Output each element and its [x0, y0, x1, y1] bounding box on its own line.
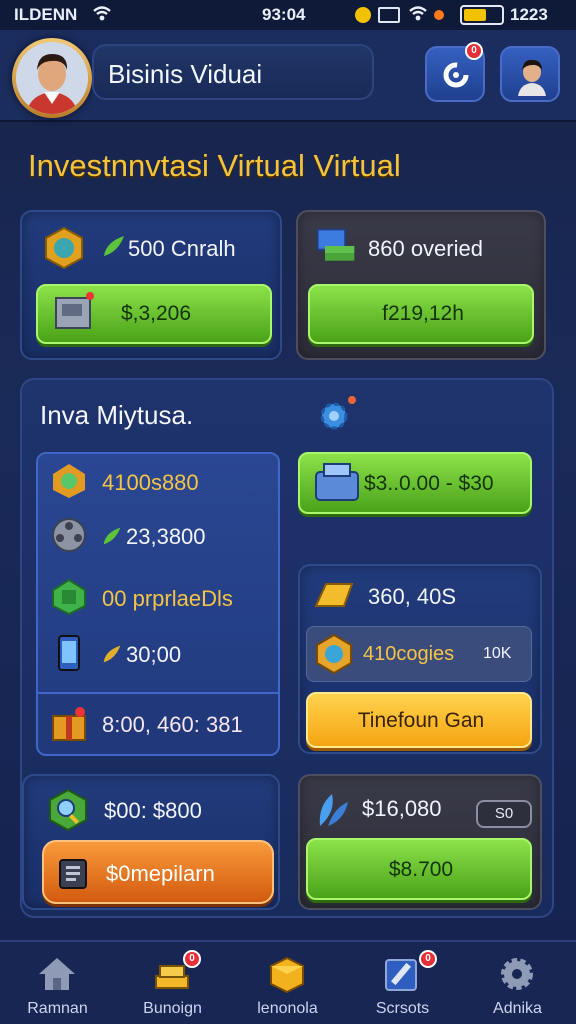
stat-value-1: 4100s880	[102, 470, 199, 495]
nav-item-gold[interactable]: 0 Bunoign	[115, 942, 230, 1024]
refresh-button[interactable]: 0	[425, 42, 485, 102]
right-card-subrow: 410cogies 10K	[306, 626, 532, 682]
nav-label-settings: Adnika	[493, 1000, 542, 1017]
home-icon	[39, 958, 75, 990]
edit-icon	[385, 959, 417, 991]
recording-dot-icon	[434, 10, 444, 20]
card-2-label: 860 overied	[368, 236, 483, 261]
leaf-icon	[104, 236, 124, 256]
title-pill: Bisinis Viduai	[92, 44, 374, 100]
bottom-right-card: $16,080 S0 $8.700	[298, 774, 542, 910]
nav-badge-gold: 0	[183, 950, 201, 968]
nav-item-box[interactable]: lenonola	[230, 942, 345, 1024]
bottom-left-card: $00: $800 $0mepilarn	[22, 774, 280, 910]
nav-item-settings[interactable]: Adnika	[460, 942, 575, 1024]
card-1-label: 500 Cnralh	[128, 236, 236, 261]
stat-value-2: 23,3800	[126, 524, 206, 549]
stat-value-4: 30;00	[126, 642, 182, 667]
nfc-icon	[378, 7, 400, 23]
leaf-icon	[103, 645, 121, 663]
section-title: Investnnvtasi Virtual Virtual	[28, 148, 401, 183]
right-card-sub-tag: 10K	[483, 645, 512, 662]
status-time: 93:04	[262, 5, 306, 24]
yellow-action-label: Tinefoun Gan	[357, 709, 485, 732]
app-title: Bisinis Viduai	[108, 59, 263, 89]
nav-label-home: Ramnan	[27, 1000, 88, 1017]
notification-badge: 0	[465, 42, 483, 60]
bottom-left-value: $00: $800	[104, 798, 202, 823]
profile-avatar[interactable]	[12, 38, 92, 118]
stat-value-3: 00 prprlaeDls	[102, 586, 233, 611]
carrier-label: ILDENN	[14, 5, 78, 24]
clipboard-icon	[59, 859, 87, 889]
investment-card-2: 860 overied f219,12h	[296, 210, 546, 360]
magnifier-coin-icon	[49, 788, 87, 832]
card-2-button-label: f219,12h	[382, 302, 464, 325]
bottom-right-value: $16,080	[362, 796, 442, 821]
leaf-icon	[103, 527, 121, 545]
gear-sparkle-icon	[320, 396, 356, 430]
token-icon	[316, 633, 352, 675]
card-2-button[interactable]: f219,12h	[308, 284, 534, 344]
friend-profile-button[interactable]	[500, 46, 560, 102]
person-avatar-icon	[16, 42, 88, 114]
nav-item-home[interactable]: Ramnan	[0, 942, 115, 1024]
refresh-icon	[443, 62, 469, 88]
gold-bar-icon	[314, 583, 354, 607]
blue-leaf-icon	[319, 794, 348, 826]
signal-icon	[409, 6, 427, 21]
cash-register-icon	[315, 463, 359, 501]
yellow-action-button[interactable]: Tinefoun Gan	[306, 692, 532, 748]
nav-badge-edit: 0	[419, 950, 437, 968]
battery-text: 1223	[510, 5, 548, 24]
orange-action-label: $0mepilarn	[106, 861, 215, 886]
nav-label-edit: Scrsots	[375, 1000, 430, 1017]
gear-icon	[501, 958, 533, 990]
panel-title: Inva Miytusa.	[40, 400, 194, 430]
right-card-sub-label: 410cogies	[363, 643, 455, 665]
battery-icon	[460, 5, 504, 25]
user-avatar-icon	[518, 59, 546, 96]
green-action-button[interactable]: $3..0.00 - $30	[298, 452, 532, 514]
bottom-green-label: $8.700	[388, 858, 454, 881]
phone-icon	[58, 635, 80, 671]
nav-label-box: lenonola	[257, 1000, 318, 1017]
nav-item-edit[interactable]: 0 Scrsots	[345, 942, 460, 1024]
coin-gem-icon	[53, 464, 85, 498]
stat-value-5: 8:00, 460: 381	[102, 712, 243, 737]
box-icon	[270, 956, 304, 994]
green-gem-icon	[52, 578, 86, 616]
cash-stack-icon	[316, 228, 355, 261]
film-reel-icon	[52, 518, 86, 552]
investment-card-1: 500 Cnralh $,3,206	[20, 210, 282, 360]
right-card-value: 360, 40S	[368, 584, 457, 609]
nav-label-gold: Bunoign	[143, 1000, 202, 1017]
status-bar: ILDENN 93:04 1223	[0, 0, 576, 30]
right-reward-card: 360, 40S 410cogies 10K Tinefoun Gan	[298, 564, 542, 754]
app-header: Bisinis Viduai 0	[0, 30, 576, 122]
gold-badge-icon	[45, 226, 83, 270]
orange-action-button[interactable]: $0mepilarn	[42, 840, 274, 904]
notification-dot-icon	[355, 7, 371, 23]
bottom-nav: Ramnan 0 Bunoign lenonola 0 Scrsots Adni…	[0, 940, 576, 1024]
bottom-right-tag[interactable]: S0	[476, 800, 532, 828]
bottom-green-button[interactable]: $8.700	[306, 838, 532, 900]
green-action-label: $3..0.00 - $30	[364, 472, 494, 495]
machine-icon	[55, 292, 94, 329]
gift-box-icon	[52, 707, 86, 741]
wifi-icon	[93, 6, 111, 21]
